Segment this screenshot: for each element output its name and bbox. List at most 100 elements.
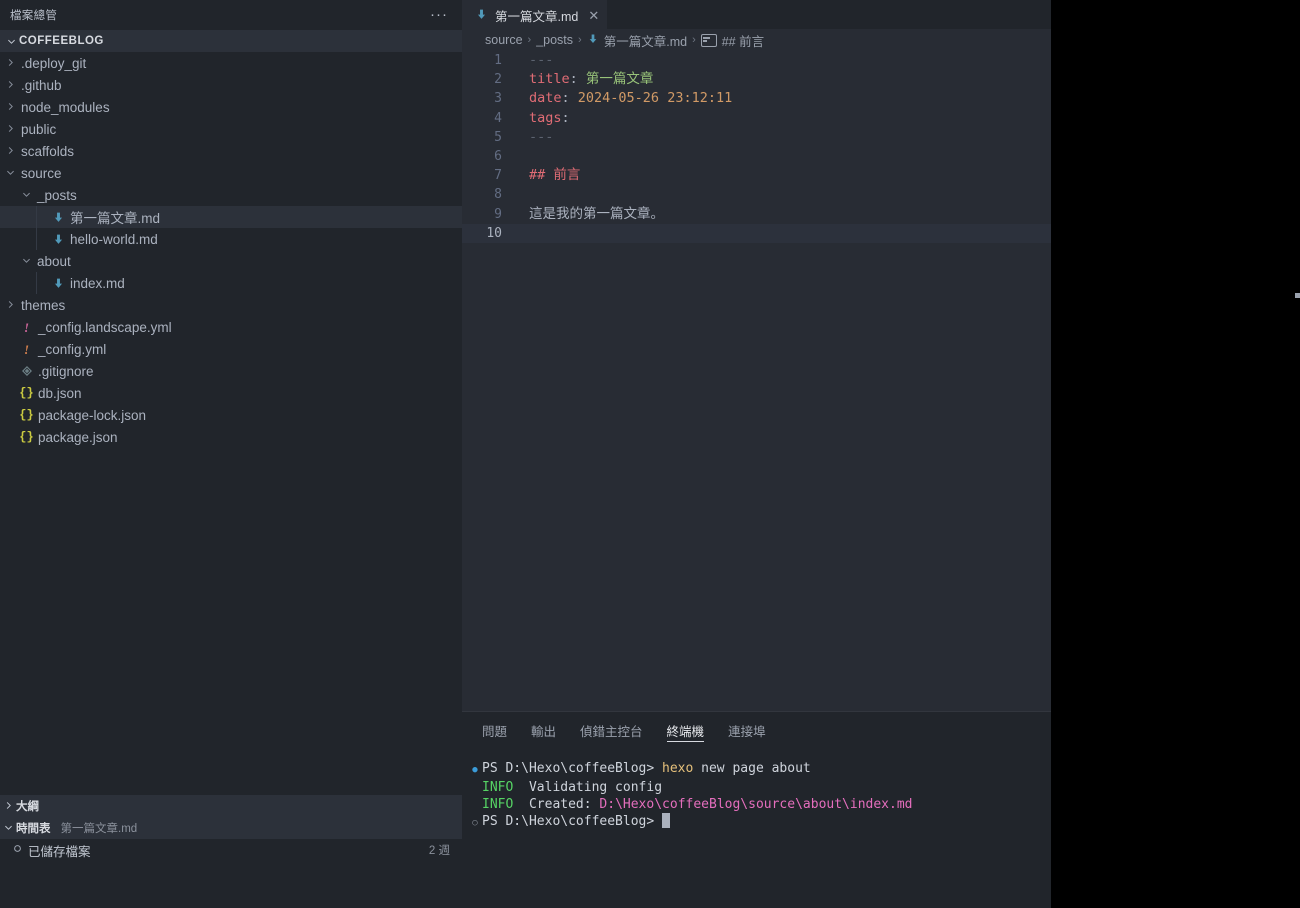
tree-item-label: _posts xyxy=(37,187,77,203)
timeline-header[interactable]: 時間表 第一篇文章.md xyxy=(0,817,462,839)
tree-indent-guide xyxy=(36,206,37,250)
panel-tab[interactable]: 連接埠 xyxy=(728,712,766,748)
tree-item[interactable]: index.md xyxy=(0,272,462,294)
terminal-text: D:\Hexo\coffeeBlog\source\about\index.md xyxy=(599,797,913,812)
terminal-text: INFO xyxy=(482,780,522,795)
editor-tab[interactable]: 第一篇文章.md ✕ xyxy=(462,0,608,30)
code-token: date xyxy=(529,90,562,107)
code-text: --- xyxy=(522,128,553,147)
code-token: : xyxy=(569,71,578,88)
tree-item[interactable]: .deploy_git xyxy=(0,52,462,74)
tree-item-label: .github xyxy=(21,77,62,93)
breadcrumb-separator: › xyxy=(692,34,696,46)
tree-item-label: package.json xyxy=(38,429,118,445)
save-circle-icon xyxy=(6,843,28,857)
chevron-down-icon xyxy=(0,822,16,833)
tree-item-label: hello-world.md xyxy=(70,231,158,247)
tree-item[interactable]: source xyxy=(0,162,462,184)
terminal-line: ○ PS D:\Hexo\coffeeBlog> xyxy=(468,813,1051,832)
chevron-right-icon xyxy=(2,123,18,134)
tree-item[interactable]: scaffolds xyxy=(0,140,462,162)
code-line: 8 xyxy=(462,185,1051,204)
panel-tab[interactable]: 輸出 xyxy=(531,712,556,748)
code-token: : xyxy=(561,90,570,107)
code-line: 6 xyxy=(462,147,1051,166)
code-line: 5 --- xyxy=(462,128,1051,147)
timeline-section: 時間表 第一篇文章.md 已儲存檔案 2 週 xyxy=(0,817,462,861)
tree-item[interactable]: 第一篇文章.md xyxy=(0,206,462,228)
chevron-down-icon xyxy=(18,255,34,266)
tree-item[interactable]: node_modules xyxy=(0,96,462,118)
tree-item[interactable]: {} db.json xyxy=(0,382,462,404)
line-number: 7 xyxy=(494,168,502,184)
close-icon[interactable]: ✕ xyxy=(585,8,599,24)
markdown-file-icon xyxy=(50,277,67,290)
panel-tab[interactable]: 問題 xyxy=(482,712,507,748)
command-status-icon: ○ xyxy=(472,818,478,828)
tree-item[interactable]: _posts xyxy=(0,184,462,206)
tree-item[interactable]: {} package.json xyxy=(0,426,462,448)
breadcrumb-item-file[interactable]: 第一篇文章.md xyxy=(587,31,687,50)
timeline-subtitle: 第一篇文章.md xyxy=(60,823,138,835)
terminal-text: INFO xyxy=(482,797,522,812)
line-number: 10 xyxy=(486,225,502,241)
chevron-right-icon xyxy=(2,101,18,112)
tree-item[interactable]: themes xyxy=(0,294,462,316)
code-token: 2024-05-26 23:12:11 xyxy=(569,90,733,107)
tree-item[interactable]: .gitignore xyxy=(0,360,462,382)
chevron-down-icon xyxy=(2,167,18,178)
terminal-cursor xyxy=(662,813,671,828)
tree-item-label: about xyxy=(37,253,71,269)
tree-item-label: db.json xyxy=(38,385,82,401)
timeline-entry-time: 2 週 xyxy=(428,845,450,857)
code-line: 2 title: 第一篇文章 xyxy=(462,70,1051,89)
explorer-sidebar: 檔案總管 ··· COFFEEBLOG .deploy_git .github no… xyxy=(0,0,462,908)
panel-tab[interactable]: 終端機 xyxy=(666,712,704,748)
breadcrumb-item-source[interactable]: source xyxy=(485,33,523,47)
code-token: title xyxy=(529,71,570,88)
explorer-more-actions-icon[interactable]: ··· xyxy=(430,7,448,22)
tree-item[interactable]: about xyxy=(0,250,462,272)
terminal-output[interactable]: ● PS D:\Hexo\coffeeBlog> hexo new page ab… xyxy=(462,748,1051,832)
explorer-root-label: COFFEEBLOG xyxy=(19,35,104,47)
timeline-entry[interactable]: 已儲存檔案 2 週 xyxy=(0,839,462,861)
editor-tab-bar: 第一篇文章.md ✕ xyxy=(462,0,1051,30)
editor-area: 第一篇文章.md ✕ source › _posts › 第一篇文章.md › xyxy=(462,0,1051,908)
tree-item[interactable]: {} package-lock.json xyxy=(0,404,462,426)
terminal-line-content: INFO Validating config xyxy=(482,779,662,796)
breadcrumb-item-symbol[interactable]: ## 前言 xyxy=(700,31,765,50)
tree-item-label: _config.yml xyxy=(38,341,107,357)
tree-item[interactable]: hello-world.md xyxy=(0,228,462,250)
breadcrumb-label: 第一篇文章.md xyxy=(603,34,688,49)
tree-item-label: index.md xyxy=(70,275,125,291)
terminal-text: PS D:\Hexo\coffeeBlog> xyxy=(482,814,663,829)
breadcrumb-item-posts[interactable]: _posts xyxy=(536,33,573,47)
panel-tab[interactable]: 偵錯主控台 xyxy=(580,712,643,748)
tree-item[interactable]: public xyxy=(0,118,462,140)
yaml-file-icon: ! xyxy=(23,319,30,335)
markdown-file-icon xyxy=(50,211,67,224)
terminal-line-content: INFO Created: D:\Hexo\coffeeBlog\source\… xyxy=(482,796,913,813)
code-editor[interactable]: 1 --- 2 title: 第一篇文章 3 date: 2024-05-26 23:12… xyxy=(462,51,1051,711)
explorer-root-folder[interactable]: COFFEEBLOG xyxy=(0,30,462,52)
timeline-entry-label: 已儲存檔案 xyxy=(28,844,91,859)
terminal-line: INFO Validating config xyxy=(468,779,1051,796)
chevron-down-icon xyxy=(18,189,34,200)
terminal-line-content: PS D:\Hexo\coffeeBlog> xyxy=(482,813,671,830)
tree-item-label: node_modules xyxy=(21,99,110,115)
code-text: 這是我的第一篇文章。 xyxy=(522,205,664,224)
terminal-line: INFO Created: D:\Hexo\coffeeBlog\source\… xyxy=(468,796,1051,813)
code-text: title: 第一篇文章 xyxy=(522,70,653,89)
code-token: 第一篇文章 xyxy=(577,71,654,88)
tree-item[interactable]: ! _config.yml xyxy=(0,338,462,360)
tree-item[interactable]: ! _config.landscape.yml xyxy=(0,316,462,338)
breadcrumb-label: ## 前言 xyxy=(721,34,765,49)
chevron-right-icon xyxy=(2,57,18,68)
code-text: --- xyxy=(522,51,553,70)
tree-item[interactable]: .github xyxy=(0,74,462,96)
outline-header[interactable]: 大綱 xyxy=(0,795,462,817)
terminal-text: Validating config xyxy=(521,780,663,795)
code-line: 9 這是我的第一篇文章。 xyxy=(462,205,1051,224)
explorer-title: 檔案總管 xyxy=(10,10,58,22)
